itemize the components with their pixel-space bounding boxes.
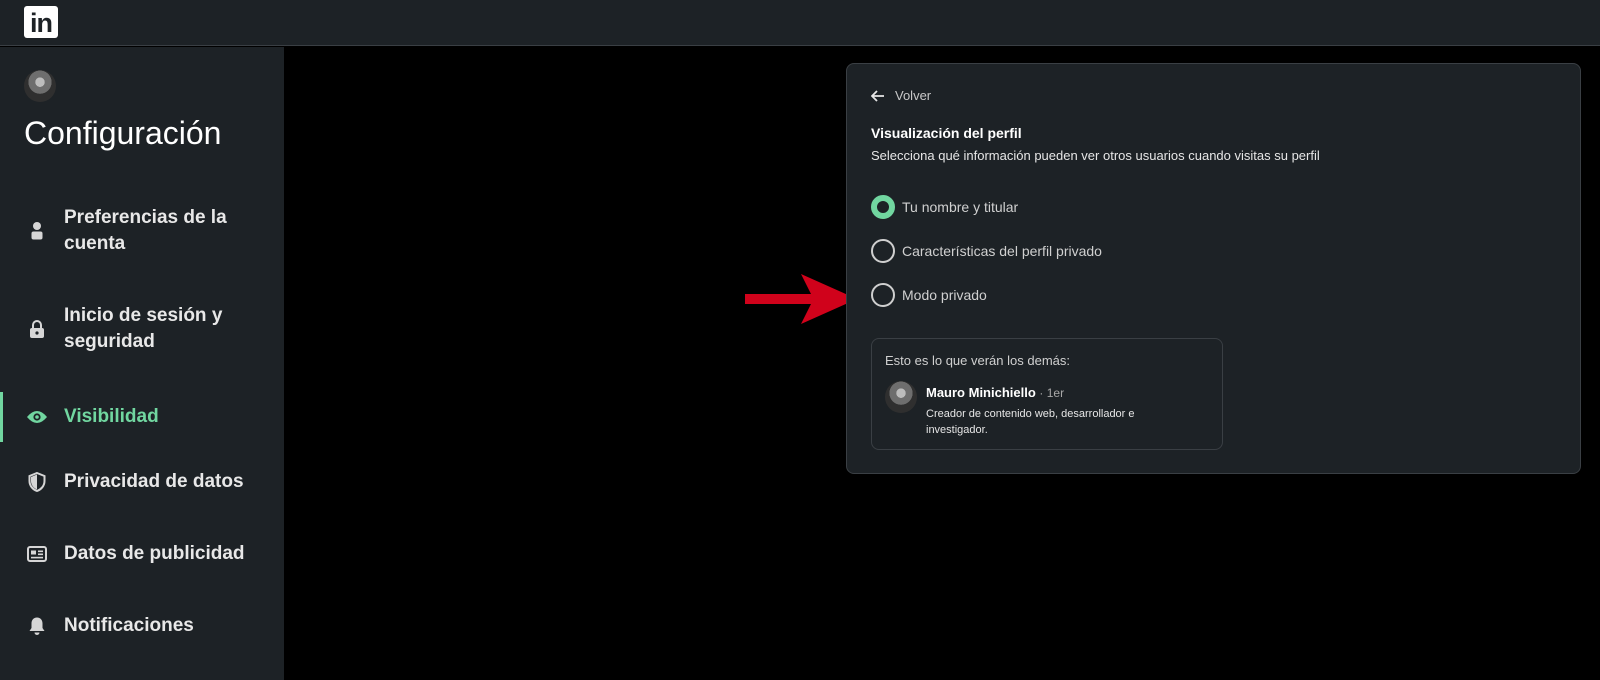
preview-name-text: Mauro Minichiello <box>926 385 1036 400</box>
bell-icon <box>24 613 50 639</box>
sidebar-item-sign-in-security[interactable]: Inicio de sesión y seguridad <box>0 303 284 355</box>
preview-headline: Creador de contenido web, desarrollador … <box>926 408 1135 436</box>
sidebar-item-label: Inicio de sesión y seguridad <box>64 305 223 352</box>
back-label: Volver <box>895 88 932 103</box>
avatar <box>885 381 917 413</box>
radio-button-selected[interactable] <box>871 195 895 219</box>
radio-button[interactable] <box>871 283 895 307</box>
avatar[interactable] <box>24 70 56 102</box>
sidebar-item-label: Visibilidad <box>64 406 159 427</box>
option-private-profile-characteristics[interactable]: Características del perfil privado <box>871 239 1102 263</box>
page-title: Configuración <box>24 115 222 151</box>
radio-button[interactable] <box>871 239 895 263</box>
sidebar-item-label: Privacidad de datos <box>64 471 244 492</box>
settings-sidebar: Configuración Preferencias de la cuenta … <box>0 47 284 680</box>
option-label: Características del perfil privado <box>902 243 1102 259</box>
section-title: Visualización del perfil <box>871 125 1022 141</box>
eye-icon <box>24 404 50 430</box>
sidebar-item-visibility[interactable]: Visibilidad <box>0 392 284 442</box>
linkedin-logo-icon[interactable]: in <box>24 6 58 38</box>
person-icon <box>24 218 50 244</box>
preview-name: Mauro Minichiello · 1er <box>926 385 1064 400</box>
connection-degree: · 1er <box>1039 386 1065 400</box>
profile-viewing-panel: Volver Visualización del perfil Seleccio… <box>846 63 1581 474</box>
top-bar: in <box>0 0 1600 46</box>
option-label: Modo privado <box>902 287 987 303</box>
sidebar-item-label: Notificaciones <box>64 615 194 636</box>
lock-icon <box>24 316 50 342</box>
preview-caption: Esto es lo que verán los demás: <box>885 353 1070 368</box>
sidebar-item-advertising-data[interactable]: Datos de publicidad <box>0 541 284 567</box>
option-name-headline[interactable]: Tu nombre y titular <box>871 195 1018 219</box>
sidebar-item-notifications[interactable]: Notificaciones <box>0 613 284 639</box>
shield-icon <box>24 469 50 495</box>
sidebar-item-label: Datos de publicidad <box>64 543 245 564</box>
section-subtitle: Selecciona qué información pueden ver ot… <box>871 148 1320 163</box>
option-label: Tu nombre y titular <box>902 199 1019 215</box>
arrow-left-icon <box>871 89 884 102</box>
sidebar-item-label: Preferencias de la cuenta <box>64 207 227 254</box>
newspaper-icon <box>24 541 50 567</box>
back-link[interactable]: Volver <box>871 88 931 103</box>
sidebar-item-account-preferences[interactable]: Preferencias de la cuenta <box>0 205 284 257</box>
red-arrow-right-icon <box>745 274 857 324</box>
preview-box: Esto es lo que verán los demás: Mauro Mi… <box>871 338 1223 450</box>
option-private-mode[interactable]: Modo privado <box>871 283 987 307</box>
sidebar-item-data-privacy[interactable]: Privacidad de datos <box>0 469 284 495</box>
